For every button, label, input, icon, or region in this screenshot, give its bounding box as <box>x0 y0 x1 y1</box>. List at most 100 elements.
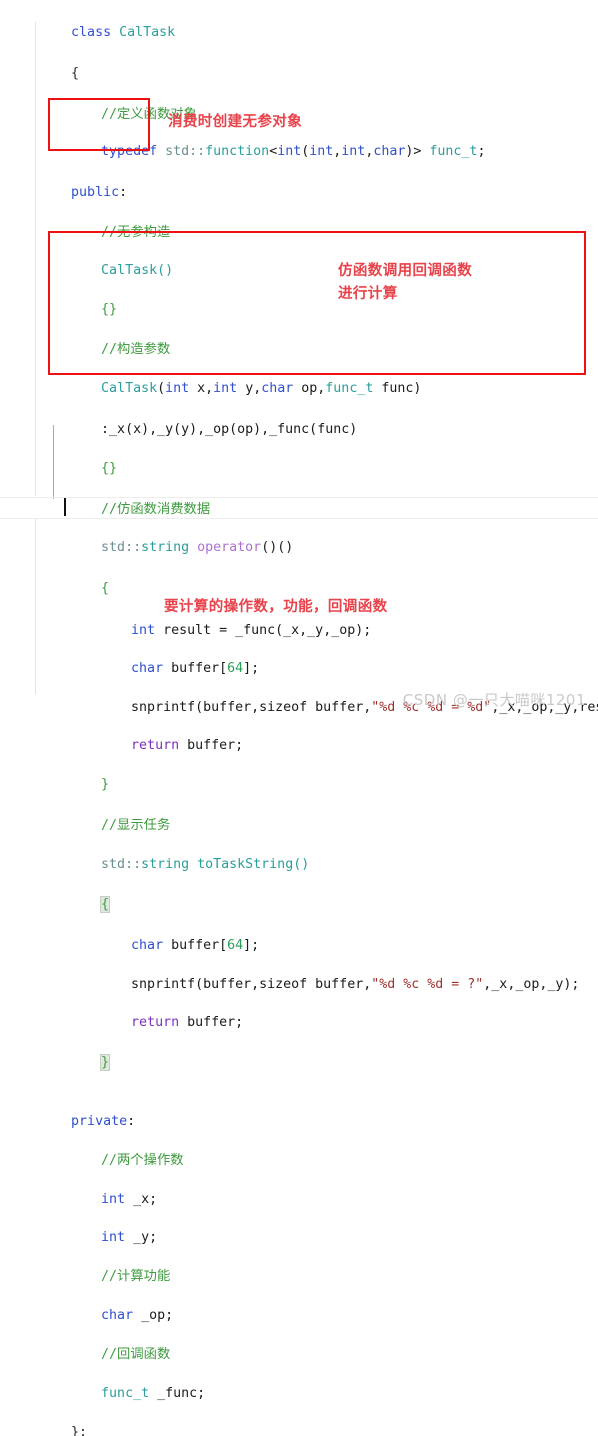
annotation-note-create-default-object: 消费时创建无参对象 <box>168 114 303 130</box>
code-line[interactable]: //无参构造 <box>0 202 598 240</box>
token-param: x, <box>189 380 214 396</box>
code-line[interactable]: }; <box>0 1403 598 1436</box>
token-colon: : <box>127 1113 136 1129</box>
token-brace-match-open: { <box>100 895 111 913</box>
code-line[interactable]: std::string operator()() <box>0 518 598 555</box>
token-type-char: char <box>373 144 406 160</box>
token-typedef-name: func_t <box>429 144 478 160</box>
token-access-specifier: private <box>71 1113 128 1129</box>
token-type-int: int <box>165 380 190 396</box>
token-type-int: int <box>341 144 366 160</box>
code-line[interactable]: //两个操作数 <box>0 1131 598 1168</box>
annotation-note-operands-function-callback: 要计算的操作数，功能，回调函数 <box>164 599 388 615</box>
code-line[interactable]: return buffer; <box>0 716 598 753</box>
code-line[interactable]: int _y; <box>0 1208 598 1245</box>
token-class-end: }; <box>71 1425 88 1436</box>
code-line[interactable]: {} <box>0 279 598 317</box>
token-brace: { <box>71 65 80 81</box>
code-line[interactable]: CalTask(int x,int y,char op,func_t func) <box>0 358 598 396</box>
token-angle-open: < <box>269 144 278 160</box>
token-type-functype: func_t <box>325 380 374 396</box>
code-line[interactable]: //构造参数 <box>0 320 598 357</box>
token-keyword-return: return <box>131 1015 180 1031</box>
token-type-char: char <box>101 1307 134 1323</box>
token-param: y, <box>237 380 262 396</box>
token-empty-body: {} <box>101 461 118 477</box>
code-line[interactable]: func_t _func; <box>0 1363 598 1401</box>
code-line[interactable]: //回调函数 <box>0 1325 598 1362</box>
code-line[interactable]: char buffer[64]; <box>0 639 598 676</box>
token-type: string <box>141 857 190 873</box>
text-caret <box>64 498 66 516</box>
token-brace: { <box>101 580 110 596</box>
code-line[interactable]: class CalTask <box>0 2 598 40</box>
code-line[interactable]: char buffer[64]; <box>0 916 598 953</box>
annotation-note-functor-calls-callback: 仿函数调用回调函数 <box>338 263 473 279</box>
token-number: 64 <box>227 938 244 954</box>
code-line[interactable]: {} <box>0 439 598 476</box>
code-line[interactable]: } <box>0 1032 598 1072</box>
token-comment: //回调函数 <box>101 1347 171 1363</box>
code-line[interactable]: { <box>0 43 598 81</box>
token-keyword: typedef <box>101 144 158 160</box>
token-type-char: char <box>261 380 294 396</box>
token-param: op, <box>293 380 326 396</box>
token-access-specifier: public <box>71 184 120 200</box>
code-line[interactable]: int _x; <box>0 1169 598 1207</box>
token-constructor: CalTask <box>101 380 158 396</box>
token-type-char: char <box>131 661 164 677</box>
token-string-literal: "%d %c %d = ?" <box>371 976 484 992</box>
token-namespace: std:: <box>165 144 206 160</box>
token-type: function <box>205 144 270 160</box>
token-type-int: int <box>101 1230 126 1246</box>
code-line[interactable]: private: <box>0 1091 598 1129</box>
code-line[interactable]: } <box>0 754 598 792</box>
token-type-int: int <box>131 622 156 638</box>
token-comment: //显示任务 <box>101 818 171 834</box>
code-editor-canvas[interactable]: class CalTask { //定义函数对象 typedef std::fu… <box>0 0 598 1436</box>
token-keyword: class <box>71 24 112 40</box>
token-statement: result = _func(_x,_y,_op); <box>155 622 372 638</box>
token-keyword-return: return <box>131 738 180 754</box>
token-semicolon: ; <box>477 144 486 160</box>
csdn-watermark: CSDN @一只大喵咪1201 <box>402 691 586 709</box>
code-content[interactable]: class CalTask { //定义函数对象 typedef std::fu… <box>0 0 598 1436</box>
code-line[interactable]: char _op; <box>0 1285 598 1323</box>
token-init-list: :_x(x),_y(y),_op(op),_func(func) <box>101 421 358 437</box>
annotation-note-do-calculation: 进行计算 <box>338 286 398 302</box>
token-type: string <box>141 540 190 556</box>
token-method-name: toTaskString() <box>189 857 310 873</box>
code-line[interactable]: std::string toTaskString() <box>0 834 598 872</box>
token-var: buffer; <box>179 738 244 754</box>
token-brace-match-close: } <box>100 1054 111 1072</box>
token-bracket: ]; <box>243 938 260 954</box>
token-bracket: ]; <box>243 661 260 677</box>
code-line[interactable]: return buffer; <box>0 993 598 1030</box>
code-line[interactable]: snprintf(buffer,sizeof buffer,"%d %c %d … <box>0 954 598 992</box>
code-line[interactable]: public: <box>0 162 598 200</box>
token-comment: //构造参数 <box>101 342 171 358</box>
token-namespace: std:: <box>101 540 142 556</box>
code-line[interactable]: //仿函数消费数据 <box>0 479 598 517</box>
token-number: 64 <box>227 661 244 677</box>
token-function-call: snprintf(buffer,sizeof buffer, <box>131 699 372 715</box>
token-parens: ()() <box>261 540 294 556</box>
token-args: ,_x,_op,_y); <box>483 976 580 992</box>
token-brace: } <box>101 776 110 792</box>
code-line[interactable]: //定义函数对象 <box>0 84 598 122</box>
code-line[interactable]: //显示任务 <box>0 796 598 833</box>
token-type-int: int <box>213 380 238 396</box>
token-var: buffer[ <box>163 661 228 677</box>
code-line[interactable]: { <box>0 874 598 913</box>
code-line[interactable]: CalTask() <box>0 241 598 278</box>
code-line[interactable]: //计算功能 <box>0 1246 598 1284</box>
token-type-char: char <box>131 938 164 954</box>
token-constructor: CalTask() <box>101 263 174 279</box>
token-member-var: _y; <box>125 1230 158 1246</box>
token-class-name: CalTask <box>111 24 176 40</box>
code-line[interactable]: :_x(x),_y(y),_op(op),_func(func) <box>0 399 598 437</box>
code-line[interactable]: { <box>0 558 598 596</box>
token-param: func) <box>373 380 422 396</box>
